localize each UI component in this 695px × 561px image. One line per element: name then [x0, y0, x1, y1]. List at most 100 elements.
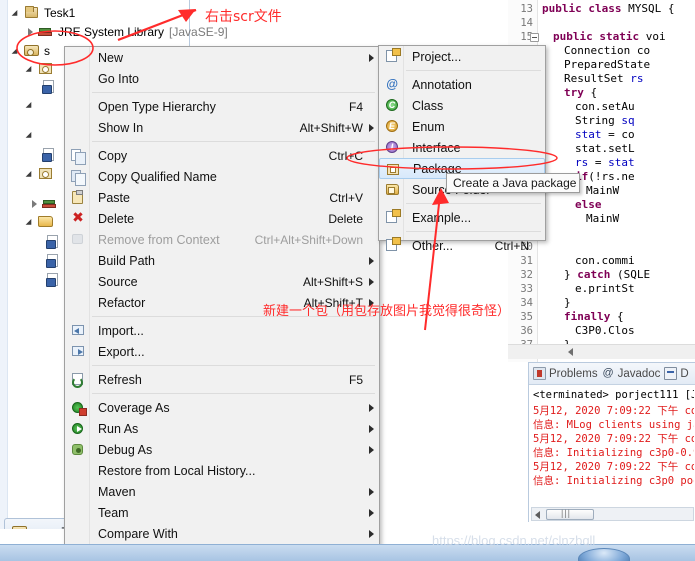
menu-item-copy[interactable]: Copy Ctrl+C	[65, 145, 379, 166]
tree-item-hidden[interactable]	[44, 271, 64, 288]
menu-item-label: Remove from Context	[98, 232, 220, 247]
tree-item-hidden[interactable]	[40, 146, 60, 163]
tree-item-suffix: [JavaSE-9]	[169, 24, 228, 39]
tooltip-create-java-package: Create a Java package	[446, 173, 580, 193]
menu-item-build-path[interactable]: Build Path	[65, 250, 379, 271]
menu-item-paste[interactable]: Paste Ctrl+V	[65, 187, 379, 208]
editor-horizontal-scrollbar[interactable]	[508, 344, 695, 359]
menu-item-run-as[interactable]: Run As	[65, 418, 379, 439]
context-menu[interactable]: New Go Into Open Type Hierarchy F4 Show In Al…	[64, 46, 380, 561]
menu-item-export[interactable]: Export...	[65, 341, 379, 362]
submenu-item-project[interactable]: Project...	[379, 46, 545, 67]
console-line: 5月12, 2020 7:09:22 下午 co	[533, 461, 694, 473]
menu-item-source[interactable]: Source Alt+Shift+S	[65, 271, 379, 292]
twisty-expanded-icon[interactable]	[26, 99, 37, 110]
tab-javadoc[interactable]: @ Javadoc	[602, 367, 661, 380]
twisty-expanded-icon[interactable]	[26, 129, 37, 140]
new-submenu[interactable]: Project... @ Annotation C Class E Enum I Interfa…	[378, 45, 546, 253]
submenu-item-other[interactable]: Other... Ctrl+N	[379, 235, 545, 256]
tree-item-hidden[interactable]	[26, 60, 57, 77]
view-left-strip	[0, 0, 8, 529]
interface-icon: I	[384, 140, 400, 155]
twisty-collapsed-icon[interactable]	[30, 198, 41, 209]
menu-item-label: Open Type Hierarchy	[98, 99, 216, 114]
new-submenu-items[interactable]: Project... @ Annotation C Class E Enum I Interfa…	[379, 46, 545, 256]
submenu-item-label: Project...	[412, 49, 462, 64]
submenu-item-example[interactable]: Example...	[379, 207, 545, 228]
java-file-icon	[44, 272, 61, 287]
annotation-right-click-src: 右击scr文件	[205, 9, 282, 25]
scroll-right-icon[interactable]	[568, 348, 573, 356]
menu-item-label: Source	[98, 274, 138, 289]
tree-item-hidden[interactable]	[26, 96, 37, 113]
menu-item-copy-qualified-name[interactable]: Copy Qualified Name	[65, 166, 379, 187]
menu-item-team[interactable]: Team	[65, 502, 379, 523]
tree-item-hidden[interactable]	[26, 165, 57, 182]
eclipse-window: Tesk1 JRE System Library [JavaSE-9] s 13…	[0, 0, 695, 561]
tree-item-label: s	[44, 43, 50, 58]
menu-item-show-in[interactable]: Show In Alt+Shift+W	[65, 117, 379, 138]
twisty-expanded-icon[interactable]	[12, 7, 23, 18]
menu-item-label: Restore from Local History...	[98, 463, 256, 478]
code-line: e.printSt	[575, 282, 635, 295]
menu-separator	[92, 141, 375, 142]
menu-item-maven[interactable]: Maven	[65, 481, 379, 502]
menu-item-new[interactable]: New	[65, 47, 379, 68]
menu-item-refresh[interactable]: Refresh F5	[65, 369, 379, 390]
tab-label: Javadoc	[617, 367, 661, 380]
scrollbar-thumb[interactable]	[546, 508, 594, 520]
menu-item-label: Import...	[98, 323, 144, 338]
tree-item-hidden[interactable]	[30, 195, 61, 212]
refresh-icon	[70, 372, 86, 388]
submenu-item-class[interactable]: C Class	[379, 95, 545, 116]
submenu-item-accelerator: Ctrl+N	[494, 238, 529, 253]
menu-item-go-into[interactable]: Go Into	[65, 68, 379, 89]
submenu-item-label: Annotation	[412, 77, 472, 92]
twisty-expanded-icon[interactable]	[26, 63, 37, 74]
tree-item-project[interactable]: Tesk1	[12, 4, 75, 21]
menu-item-restore-from-local-history[interactable]: Restore from Local History...	[65, 460, 379, 481]
submenu-item-enum[interactable]: E Enum	[379, 116, 545, 137]
submenu-arrow-icon	[369, 278, 374, 286]
tree-item-hidden[interactable]	[44, 252, 64, 269]
menu-item-label: Copy	[98, 148, 128, 163]
twisty-collapsed-icon[interactable]	[26, 26, 37, 37]
fold-toggle-icon[interactable]	[530, 33, 539, 42]
tree-item-hidden[interactable]	[26, 126, 37, 143]
menu-item-accelerator: Ctrl+V	[329, 190, 363, 205]
code-line: } catch (SQLE	[564, 268, 651, 281]
tree-item-src-folder[interactable]: s	[12, 42, 50, 59]
menu-item-import[interactable]: Import...	[65, 320, 379, 341]
menu-item-compare-with[interactable]: Compare With	[65, 523, 379, 544]
console-tab-bar[interactable]: Problems @ Javadoc D	[529, 363, 695, 385]
tree-item-hidden[interactable]	[44, 233, 64, 250]
tree-item-hidden[interactable]	[40, 78, 60, 95]
tree-item-jre-library[interactable]: JRE System Library [JavaSE-9]	[26, 23, 228, 40]
export-icon	[70, 344, 86, 359]
tab-problems[interactable]: Problems	[533, 367, 598, 380]
paste-icon	[70, 190, 86, 205]
console-output[interactable]: <terminated> porject111 [Java 5月12, 2020…	[531, 387, 694, 507]
tree-item-hidden[interactable]	[26, 213, 57, 230]
console-horizontal-scrollbar[interactable]	[531, 507, 694, 521]
scroll-left-icon[interactable]	[535, 511, 540, 519]
submenu-item-label: Other...	[412, 238, 453, 253]
menu-item-coverage-as[interactable]: Coverage As	[65, 397, 379, 418]
tab-declaration[interactable]: D	[664, 367, 689, 380]
javadoc-icon: @	[602, 367, 614, 379]
submenu-item-label: Class	[412, 98, 444, 113]
console-line: 信息: MLog clients using ja	[533, 419, 694, 431]
menu-item-open-type-hierarchy[interactable]: Open Type Hierarchy F4	[65, 96, 379, 117]
menu-item-label: Compare With	[98, 526, 178, 541]
coverage-icon	[70, 400, 87, 416]
submenu-item-interface[interactable]: I Interface	[379, 137, 545, 158]
submenu-item-annotation[interactable]: @ Annotation	[379, 74, 545, 95]
code-line: }	[564, 296, 571, 309]
twisty-expanded-icon[interactable]	[26, 168, 37, 179]
menu-item-label: Paste	[98, 190, 130, 205]
twisty-expanded-icon[interactable]	[26, 216, 37, 227]
java-file-icon	[44, 234, 61, 249]
menu-item-debug-as[interactable]: Debug As	[65, 439, 379, 460]
twisty-expanded-icon[interactable]	[12, 45, 23, 56]
menu-item-delete[interactable]: ✖ Delete Delete	[65, 208, 379, 229]
